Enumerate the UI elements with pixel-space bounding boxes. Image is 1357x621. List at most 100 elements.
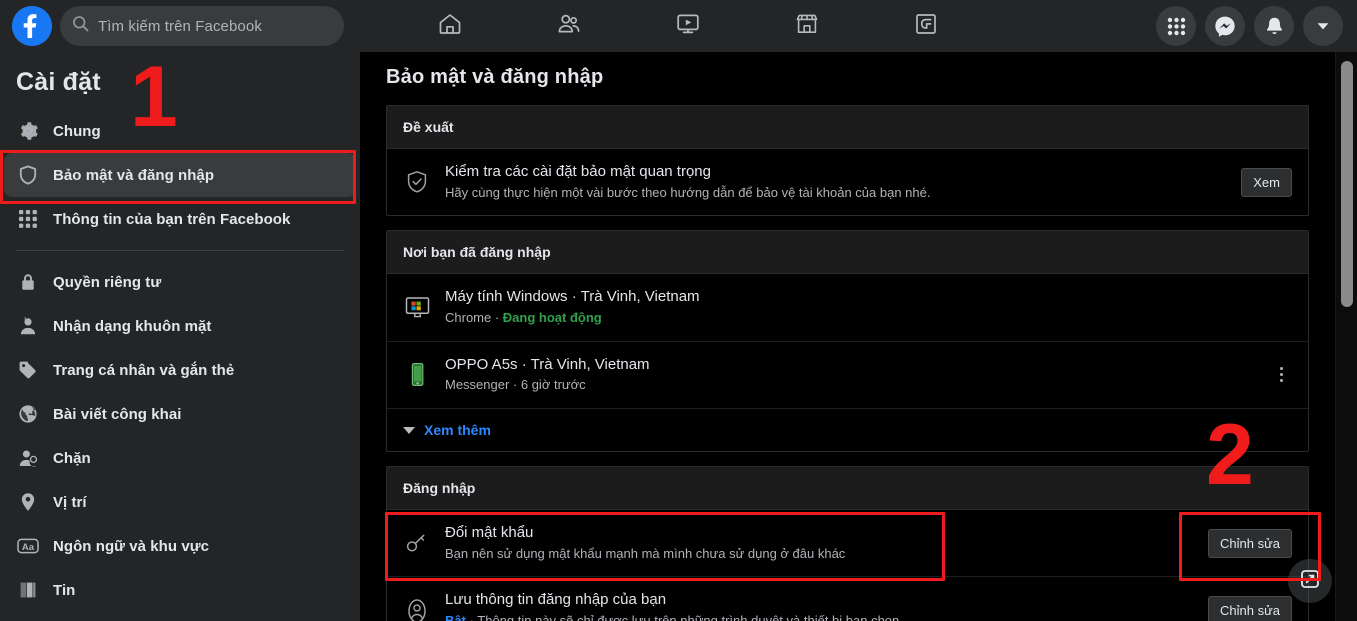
main-content-area: Bảo mật và đăng nhập Đề xuất Kiểm tra cá… bbox=[360, 52, 1335, 621]
sidebar-item-privacy[interactable]: Quyền riêng tư bbox=[4, 260, 356, 304]
home-icon bbox=[437, 11, 463, 42]
session-row-windows-computer[interactable]: Máy tính Windows · Trà Vinh, Vietnam Chr… bbox=[387, 274, 1308, 342]
card-recommendations: Đề xuất Kiểm tra các cài đặt bảo mật qua… bbox=[386, 105, 1309, 217]
save-login-status-on: Bật bbox=[445, 612, 466, 621]
see-more-sessions-button[interactable]: Xem thêm bbox=[387, 409, 1308, 451]
sidebar-item-face-recognition[interactable]: Nhận dạng khuôn mặt bbox=[4, 304, 356, 348]
row-subtitle: Bạn nên sử dụng mật khẩu mạnh mà mình ch… bbox=[445, 545, 846, 561]
row-save-login-info[interactable]: Lưu thông tin đăng nhập của bạn Bật · Th… bbox=[387, 577, 1308, 621]
screenshot-expand-button[interactable] bbox=[1288, 559, 1332, 603]
person-circle-icon bbox=[403, 597, 431, 621]
sidebar-item-location[interactable]: Vị trí bbox=[4, 480, 356, 524]
sidebar-item-language-and-region[interactable]: Aa Ngôn ngữ và khu vực bbox=[4, 524, 356, 568]
row-title: Đổi mật khẩu bbox=[445, 524, 534, 542]
search-placeholder-text: Tìm kiếm trên Facebook bbox=[98, 17, 262, 35]
row-text-block: Kiểm tra các cài đặt bảo mật quan trọng … bbox=[445, 162, 1227, 202]
session-row-oppo-phone[interactable]: OPPO A5s · Trà Vinh, Vietnam Messenger ·… bbox=[387, 342, 1308, 410]
top-navigation-bar: Tìm kiếm trên Facebook bbox=[0, 0, 1357, 52]
gear-icon bbox=[16, 119, 40, 143]
sidebar-item-blocking[interactable]: Chặn bbox=[4, 436, 356, 480]
session-device-title: OPPO A5s · Trà Vinh, Vietnam bbox=[445, 355, 650, 373]
page-title: Bảo mật và đăng nhập bbox=[386, 66, 604, 88]
session-status-line: Chrome · Đang hoạt động bbox=[445, 309, 1292, 328]
row-title: Kiểm tra các cài đặt bảo mật quan trọng bbox=[445, 163, 711, 180]
view-button[interactable]: Xem bbox=[1241, 167, 1292, 197]
sidebar-item-label: Thông tin của bạn trên Facebook bbox=[53, 210, 291, 228]
save-login-status-detail: · Thông tin này sẽ chỉ được lưu trên nhữ… bbox=[465, 612, 900, 621]
row-text-block: OPPO A5s · Trà Vinh, Vietnam Messenger ·… bbox=[445, 355, 1256, 395]
nav-tab-marketplace[interactable] bbox=[747, 0, 866, 52]
sidebar-item-your-facebook-information[interactable]: Thông tin của bạn trên Facebook bbox=[4, 197, 356, 241]
globe-icon bbox=[16, 402, 40, 426]
row-change-password[interactable]: Đổi mật khẩu Bạn nên sử dụng mật khẩu mạ… bbox=[387, 510, 1308, 578]
svg-text:Aa: Aa bbox=[22, 542, 35, 553]
kebab-dot bbox=[1279, 367, 1283, 371]
session-device-title: Máy tính Windows · Trà Vinh, Vietnam bbox=[445, 288, 700, 306]
search-input[interactable]: Tìm kiếm trên Facebook bbox=[60, 6, 344, 46]
chevron-down-icon bbox=[403, 426, 415, 434]
account-menu-button[interactable] bbox=[1303, 6, 1343, 46]
apps-grid-icon bbox=[1166, 16, 1187, 37]
sidebar-item-general[interactable]: Chung bbox=[4, 109, 356, 153]
sidebar-item-label: Vị trí bbox=[53, 493, 87, 511]
lock-icon bbox=[16, 270, 40, 294]
sidebar-item-label: Bài viết công khai bbox=[53, 405, 182, 423]
facebook-logo[interactable] bbox=[12, 6, 52, 46]
gaming-icon bbox=[913, 11, 939, 42]
apps-grid-button[interactable] bbox=[1156, 6, 1196, 46]
account-chevron-down-icon bbox=[1315, 18, 1331, 34]
sidebar-item-profile-and-tagging[interactable]: Trang cá nhân và gắn thẻ bbox=[4, 348, 356, 392]
kebab-dot bbox=[1279, 379, 1283, 383]
sidebar-item-label: Quyền riêng tư bbox=[53, 273, 162, 291]
row-security-checkup[interactable]: Kiểm tra các cài đặt bảo mật quan trọng … bbox=[387, 149, 1308, 215]
row-subtitle: Bật · Thông tin này sẽ chỉ được lưu trên… bbox=[445, 612, 1194, 621]
card-where-you-are-logged-in: Nơi bạn đã đăng nhập Máy tính Windows · … bbox=[386, 230, 1309, 453]
nav-tab-gaming[interactable] bbox=[866, 0, 985, 52]
card-header: Đề xuất bbox=[387, 106, 1308, 149]
notifications-button[interactable] bbox=[1254, 6, 1294, 46]
card-header: Nơi bạn đã đăng nhập bbox=[387, 231, 1308, 275]
sidebar-divider bbox=[16, 250, 344, 251]
row-title: Lưu thông tin đăng nhập của bạn bbox=[445, 591, 667, 609]
row-text-block: Máy tính Windows · Trà Vinh, Vietnam Chr… bbox=[445, 287, 1292, 327]
person-block-icon bbox=[16, 446, 40, 470]
kebab-dot bbox=[1279, 373, 1283, 377]
sidebar-item-security-and-login[interactable]: Bảo mật và đăng nhập bbox=[4, 153, 356, 197]
sidebar-item-public-posts[interactable]: Bài viết công khai bbox=[4, 392, 356, 436]
sidebar-item-label: Bảo mật và đăng nhập bbox=[53, 166, 215, 184]
windows-computer-icon bbox=[403, 294, 431, 322]
nav-tab-friends[interactable] bbox=[509, 0, 628, 52]
friends-icon bbox=[556, 11, 582, 42]
sidebar-item-label: Trang cá nhân và gắn thẻ bbox=[53, 361, 235, 379]
row-text-block: Lưu thông tin đăng nhập của bạn Bật · Th… bbox=[445, 590, 1194, 621]
sidebar-item-label: Chặn bbox=[53, 449, 91, 467]
edit-save-login-button[interactable]: Chỉnh sửa bbox=[1207, 596, 1292, 621]
shield-icon bbox=[16, 163, 40, 187]
sidebar-item-label: Nhận dạng khuôn mặt bbox=[53, 317, 212, 335]
messenger-icon bbox=[1214, 15, 1236, 37]
green-phone-icon bbox=[403, 361, 431, 389]
session-active-status: Đang hoạt động bbox=[502, 309, 602, 325]
watch-video-icon bbox=[675, 11, 701, 42]
settings-sidebar: Cài đặt Chung Bảo mật và đăng nhập Thông… bbox=[0, 52, 360, 621]
face-person-icon bbox=[16, 314, 40, 338]
session-browser-label: Chrome · bbox=[445, 309, 503, 325]
notifications-bell-icon bbox=[1264, 16, 1285, 37]
nav-tab-home[interactable] bbox=[390, 0, 509, 52]
messenger-button[interactable] bbox=[1205, 6, 1245, 46]
location-pin-icon bbox=[16, 490, 40, 514]
card-header: Đăng nhập bbox=[387, 467, 1308, 511]
nav-tab-watch[interactable] bbox=[628, 0, 747, 52]
key-icon bbox=[403, 529, 431, 557]
edit-password-button[interactable]: Chỉnh sửa bbox=[1207, 528, 1292, 558]
shield-check-icon bbox=[403, 168, 431, 196]
tag-icon bbox=[16, 358, 40, 382]
screenshot-expand-icon bbox=[1299, 568, 1321, 595]
session-status-line: Messenger · 6 giờ trước bbox=[445, 377, 586, 393]
session-options-kebab-icon[interactable] bbox=[1270, 362, 1292, 388]
page-scrollbar[interactable] bbox=[1335, 52, 1357, 621]
marketplace-icon bbox=[794, 11, 820, 42]
page-scrollbar-thumb[interactable] bbox=[1341, 61, 1353, 307]
sidebar-item-stories[interactable]: Tin bbox=[4, 568, 356, 612]
sidebar-title: Cài đặt bbox=[16, 68, 101, 96]
